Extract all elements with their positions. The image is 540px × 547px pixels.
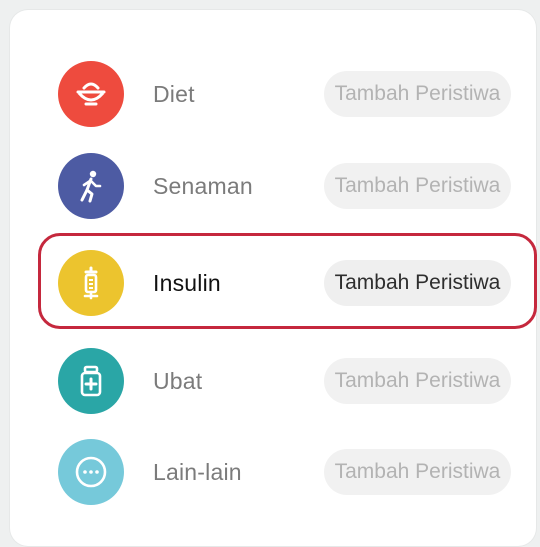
syringe-icon: [58, 250, 124, 316]
event-label-senaman: Senaman: [153, 172, 253, 199]
medicine-bottle-icon: [58, 348, 124, 414]
event-row-ubat[interactable]: Ubat Tambah Peristiwa: [0, 346, 540, 416]
event-row-senaman[interactable]: Senaman Tambah Peristiwa: [0, 151, 540, 221]
add-event-button-senaman[interactable]: Tambah Peristiwa: [324, 163, 511, 209]
add-event-button-diet[interactable]: Tambah Peristiwa: [324, 71, 511, 117]
more-dots-icon: [58, 439, 124, 505]
add-event-button-ubat[interactable]: Tambah Peristiwa: [324, 358, 511, 404]
event-label-insulin: Insulin: [153, 269, 221, 296]
add-event-button-insulin[interactable]: Tambah Peristiwa: [324, 260, 511, 306]
event-row-insulin[interactable]: Insulin Tambah Peristiwa: [0, 248, 540, 318]
event-label-diet: Diet: [153, 80, 195, 107]
event-row-lain-lain[interactable]: Lain-lain Tambah Peristiwa: [0, 437, 540, 507]
bowl-icon: [58, 61, 124, 127]
event-label-lain-lain: Lain-lain: [153, 458, 242, 485]
walking-person-icon: [58, 153, 124, 219]
event-row-diet[interactable]: Diet Tambah Peristiwa: [0, 59, 540, 129]
add-event-button-lain-lain[interactable]: Tambah Peristiwa: [324, 449, 511, 495]
event-label-ubat: Ubat: [153, 367, 203, 394]
